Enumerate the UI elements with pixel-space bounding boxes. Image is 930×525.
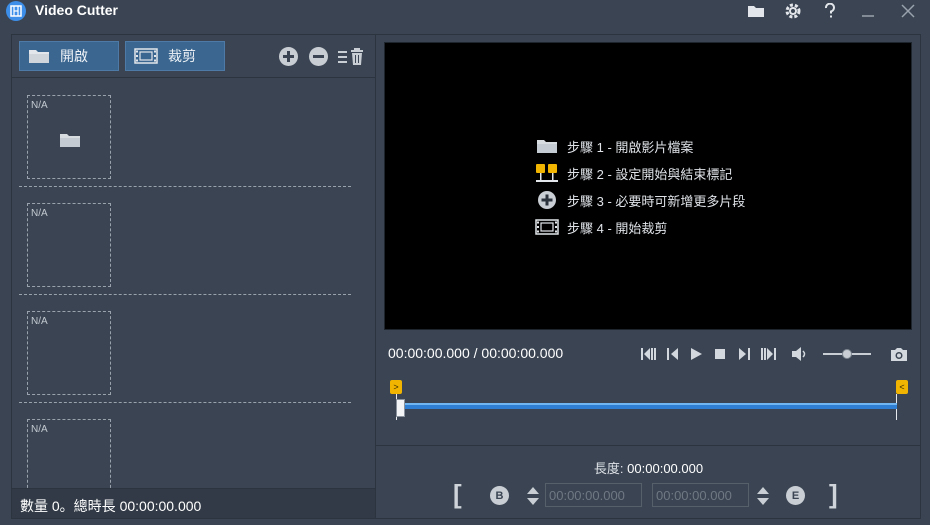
player-panel: 步驟 1 - 開啟影片檔案 步驟 2 - 設定開始與結束標記 步驟 3 - 必要… <box>376 34 921 519</box>
clip-panel: 開啟 裁剪 N/A N/A N/A N/A 數量 0。總時長 00:00:00.… <box>11 34 376 519</box>
clip-label: N/A <box>31 316 48 327</box>
timeline-track[interactable] <box>401 403 897 409</box>
app-title: Video Cutter <box>35 2 118 18</box>
set-end-bracket-button[interactable]: ] <box>829 479 838 510</box>
film-icon <box>535 217 559 237</box>
settings-gear-icon[interactable] <box>781 0 805 22</box>
title-bar: Video Cutter <box>0 0 930 22</box>
step-4-text: 步驟 4 - 開始裁剪 <box>567 220 668 236</box>
end-marker-icon[interactable]: E <box>786 486 805 505</box>
end-marker[interactable]: < <box>896 380 908 394</box>
open-folder-icon[interactable] <box>744 0 768 22</box>
step-1-text: 步驟 1 - 開啟影片檔案 <box>567 139 694 155</box>
set-begin-bracket-button[interactable]: [ <box>453 479 462 510</box>
end-time-stepper[interactable] <box>755 484 771 508</box>
play-icon[interactable] <box>686 344 706 364</box>
step-1: 步驟 1 - 開啟影片檔案 <box>535 135 835 157</box>
open-button[interactable]: 開啟 <box>19 41 119 71</box>
trim-controls: 長度: 00:00:00.000 [ B E ] <box>376 445 921 520</box>
clear-list-icon[interactable] <box>337 47 367 66</box>
go-to-start-icon[interactable] <box>639 344 659 364</box>
clip-thumbnail: N/A <box>27 203 111 287</box>
begin-time-field[interactable] <box>545 483 642 507</box>
video-preview[interactable]: 步驟 1 - 開啟影片檔案 步驟 2 - 設定開始與結束標記 步驟 3 - 必要… <box>384 42 912 330</box>
add-clip-icon[interactable] <box>279 47 298 66</box>
list-item[interactable]: N/A <box>19 295 351 403</box>
length-display: 長度: 00:00:00.000 <box>376 458 921 477</box>
previous-frame-icon[interactable] <box>663 344 683 364</box>
film-icon <box>134 48 158 64</box>
folder-icon <box>59 132 81 148</box>
step-2: 步驟 2 - 設定開始與結束標記 <box>535 162 835 184</box>
clip-thumbnail: N/A <box>27 95 111 179</box>
folder-icon <box>28 48 50 64</box>
step-3: 步驟 3 - 必要時可新增更多片段 <box>535 189 835 211</box>
clip-thumbnail: N/A <box>27 419 111 488</box>
markers-icon <box>535 163 559 183</box>
cut-button[interactable]: 裁剪 <box>125 41 225 71</box>
snapshot-camera-icon[interactable] <box>889 344 909 364</box>
clip-label: N/A <box>31 100 48 111</box>
clip-summary: 數量 0。總時長 00:00:00.000 <box>12 488 375 518</box>
clip-label: N/A <box>31 424 48 435</box>
folder-icon <box>535 136 559 156</box>
playhead-handle[interactable] <box>396 399 405 417</box>
volume-slider[interactable] <box>823 349 871 359</box>
volume-icon[interactable] <box>790 344 810 364</box>
clip-toolbar: 開啟 裁剪 <box>12 35 375 78</box>
clip-thumbnail: N/A <box>27 311 111 395</box>
clip-label: N/A <box>31 208 48 219</box>
step-3-text: 步驟 3 - 必要時可新增更多片段 <box>567 193 746 209</box>
help-icon[interactable] <box>818 0 842 22</box>
length-label: 長度: <box>593 461 624 476</box>
clip-list[interactable]: N/A N/A N/A N/A <box>12 79 375 488</box>
list-item[interactable]: N/A <box>19 187 351 295</box>
volume-slider-thumb[interactable] <box>842 349 852 359</box>
add-icon <box>535 190 559 210</box>
time-readout: 00:00:00.000 / 00:00:00.000 <box>388 345 564 361</box>
length-value: 00:00:00.000 <box>627 461 704 476</box>
step-2-text: 步驟 2 - 設定開始與結束標記 <box>567 166 733 182</box>
begin-marker-icon[interactable]: B <box>490 486 509 505</box>
stop-icon[interactable] <box>710 344 730 364</box>
step-4: 步驟 4 - 開始裁剪 <box>535 216 835 238</box>
cut-button-label: 裁剪 <box>168 48 196 64</box>
list-item[interactable]: N/A <box>19 79 351 187</box>
go-to-end-icon[interactable] <box>758 344 778 364</box>
app-icon <box>6 1 26 21</box>
next-frame-icon[interactable] <box>734 344 754 364</box>
minimize-icon[interactable] <box>856 0 880 22</box>
start-marker[interactable]: > <box>390 380 402 394</box>
close-icon[interactable] <box>896 0 920 22</box>
end-time-field[interactable] <box>652 483 749 507</box>
list-item[interactable]: N/A <box>19 403 351 488</box>
begin-time-stepper[interactable] <box>525 484 541 508</box>
remove-clip-icon[interactable] <box>309 47 328 66</box>
open-button-label: 開啟 <box>60 48 88 64</box>
